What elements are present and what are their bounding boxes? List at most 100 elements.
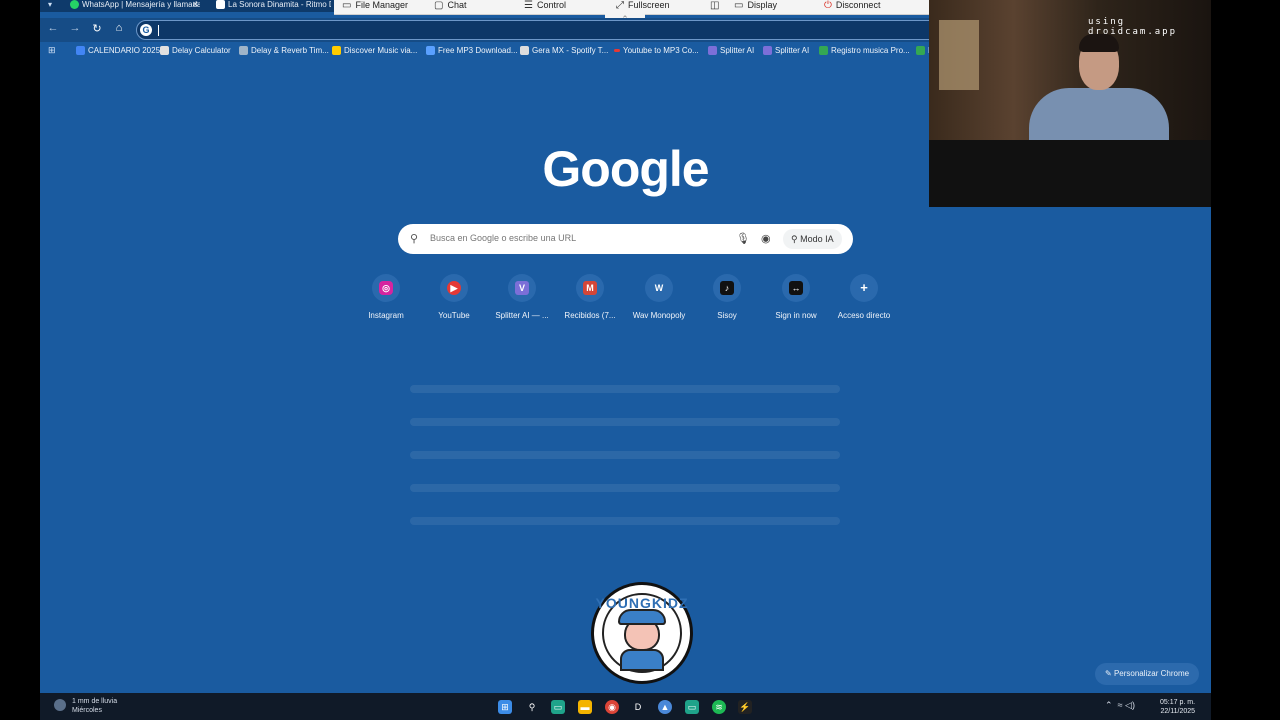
bookmark-item[interactable]: Free MP3 Download... <box>426 46 518 55</box>
folder-icon: ▭ <box>342 0 352 11</box>
webcam-light <box>939 20 979 90</box>
shortcut-sisoy[interactable]: ♪ Sisoy <box>693 274 761 320</box>
reload-button[interactable]: ↻ <box>90 22 104 35</box>
chat-button[interactable]: ▢ Chat <box>434 0 466 12</box>
system-tray[interactable]: ⌃ ≈ ◁) <box>1105 700 1135 711</box>
clock-date: 22/11/2025 <box>1160 708 1196 715</box>
shortcut-splitter-ai[interactable]: V Splitter AI — ... <box>488 274 556 320</box>
sheets-icon <box>916 46 925 55</box>
shortcut-icon-wrap: + <box>850 274 878 302</box>
forward-button[interactable]: → <box>68 22 82 34</box>
fullscreen-button[interactable]: ⤢ Fullscreen <box>616 0 670 12</box>
chat-icon: ▢ <box>434 0 444 11</box>
microphone-icon[interactable]: 🎙 <box>736 232 750 245</box>
sparkle-search-icon: ⚲ <box>791 234 801 244</box>
monitor-icon: ▭ <box>734 0 744 11</box>
apps-grid-icon: ⊞ <box>48 45 56 55</box>
music-note-icon <box>426 46 435 55</box>
search-icon[interactable]: ⚲ <box>525 700 539 714</box>
shortcut-icon-wrap: V <box>508 274 536 302</box>
bookmark-item[interactable]: CALENDARIO 2025 <box>76 46 160 55</box>
volume-icon: ◁) <box>1125 700 1135 710</box>
shortcut-label: Sisoy <box>717 311 737 320</box>
lens-icon[interactable]: ◉ <box>761 232 771 245</box>
shortcut-add[interactable]: + Acceso directo <box>830 274 898 320</box>
ai-mode-button[interactable]: ⚲ Modo IA <box>783 229 842 249</box>
app-icon[interactable]: ▭ <box>685 700 699 714</box>
tab-list-button[interactable]: ▾ <box>48 0 62 12</box>
control-button[interactable]: ☰ Control <box>524 0 566 12</box>
search-box[interactable]: ⚲ Busca en Google o escribe una URL 🎙 ◉ … <box>398 224 853 254</box>
mascot-cap <box>618 609 666 625</box>
app-icon[interactable]: ▲ <box>658 700 672 714</box>
tab-whatsapp[interactable]: WhatsApp | Mensajería y llamadas <box>70 0 200 12</box>
customize-chrome-button[interactable]: ✎ Personalizar Chrome <box>1095 663 1200 685</box>
close-icon: ✕ <box>192 0 199 9</box>
file-manager-button[interactable]: ▭ File Manager <box>342 0 408 12</box>
app-icon[interactable]: ▭ <box>551 700 565 714</box>
bookmark-item[interactable]: Youtube to MP3 Co... <box>614 46 699 55</box>
list-icon: ☰ <box>524 0 533 11</box>
bookmark-item[interactable]: Splitter AI <box>763 46 809 55</box>
camera-icon: ◫ <box>710 0 720 11</box>
shortcut-icon-wrap: ↔ <box>782 274 810 302</box>
app-icon[interactable]: D <box>631 700 645 714</box>
address-bar[interactable]: G <box>136 20 956 40</box>
shortcut-wav-monopoly[interactable]: W Wav Monopoly <box>625 274 693 320</box>
close-tab-button[interactable]: ✕ <box>192 0 202 12</box>
bookmark-item[interactable]: Delay & Reverb Tim... <box>239 46 329 55</box>
shortcut-label: Wav Monopoly <box>632 311 686 320</box>
bookmark-item[interactable]: Gera MX - Spotify T... <box>520 46 608 55</box>
file-explorer-icon[interactable]: ▬ <box>578 700 592 714</box>
whatsapp-icon <box>70 0 79 9</box>
webcam-overlay: using droidcam.app <box>929 0 1211 207</box>
forward-arrow-icon: → <box>69 22 81 34</box>
back-button[interactable]: ← <box>46 22 60 34</box>
google-icon: G <box>140 24 152 36</box>
chevron-up-icon: ⌃ <box>1105 700 1113 710</box>
wifi-icon: ≈ <box>1117 700 1123 710</box>
chevron-down-icon: ▾ <box>48 0 53 9</box>
shortcut-sign-in[interactable]: ↔ Sign in now <box>762 274 830 320</box>
shortcut-label: Recibidos (7... <box>564 311 616 320</box>
splitter-icon <box>708 46 717 55</box>
windows-start-icon[interactable]: ⊞ <box>498 700 512 714</box>
shortcut-icon-wrap: ▶ <box>440 274 468 302</box>
bookmark-item[interactable]: Splitter AI <box>708 46 754 55</box>
bookmark-item[interactable]: Registro musica Pro... <box>819 46 910 55</box>
search-placeholder: Busca en Google o escribe una URL <box>430 233 577 243</box>
weather-widget[interactable]: 1 mm de lluvia Miércoles <box>54 697 117 715</box>
instagram-icon: ◎ <box>379 281 393 295</box>
faded-line <box>410 484 840 492</box>
sheets-icon <box>819 46 828 55</box>
app-icon[interactable]: ⚡ <box>738 700 752 714</box>
shortcut-label: YouTube <box>438 311 470 320</box>
shortcut-youtube[interactable]: ▶ YouTube <box>420 274 488 320</box>
shortcut-label: Acceso directo <box>837 311 891 320</box>
bookmark-favicon-icon <box>332 46 341 55</box>
display-button[interactable]: ▭ Display <box>734 0 777 12</box>
reload-icon: ↻ <box>92 23 102 35</box>
bookmark-favicon-icon <box>239 46 248 55</box>
disconnect-button[interactable]: ⏻ Disconnect <box>824 0 880 12</box>
taskbar: 1 mm de lluvia Miércoles ⊞ ⚲ ▭ ▬ ◉ D ▲ ▭… <box>40 693 1211 720</box>
shortcut-instagram[interactable]: ◎ Instagram <box>352 274 420 320</box>
gmail-icon: M <box>583 281 597 295</box>
chrome-icon[interactable]: ◉ <box>605 700 619 714</box>
bookmark-item[interactable]: Delay Calculator <box>160 46 231 55</box>
screenshot-button[interactable]: ◫ <box>710 0 719 12</box>
home-button[interactable]: ⌂ <box>112 22 126 34</box>
calendar-icon <box>76 46 85 55</box>
home-icon: ⌂ <box>115 22 123 34</box>
bookmark-item[interactable]: Discover Music via... <box>332 46 417 55</box>
tab-sonora[interactable]: La Sonora Dinamita - Ritmo De <box>216 0 331 12</box>
clock[interactable]: 05:17 p. m. 22/11/2025 <box>1160 698 1195 716</box>
weather-icon <box>54 699 66 711</box>
remote-control-toolbar: ▭ File Manager ▢ Chat ☰ Control ⤢ Fullscreen… <box>334 0 929 15</box>
shortcut-gmail[interactable]: M Recibidos (7... <box>556 274 624 320</box>
search-icon: ⚲ <box>410 233 419 245</box>
spotify-icon[interactable]: ≋ <box>712 700 726 714</box>
apps-button[interactable]: ⊞ <box>48 46 57 55</box>
faded-line <box>410 385 840 393</box>
webcam-label: using droidcam.app <box>1088 17 1178 37</box>
